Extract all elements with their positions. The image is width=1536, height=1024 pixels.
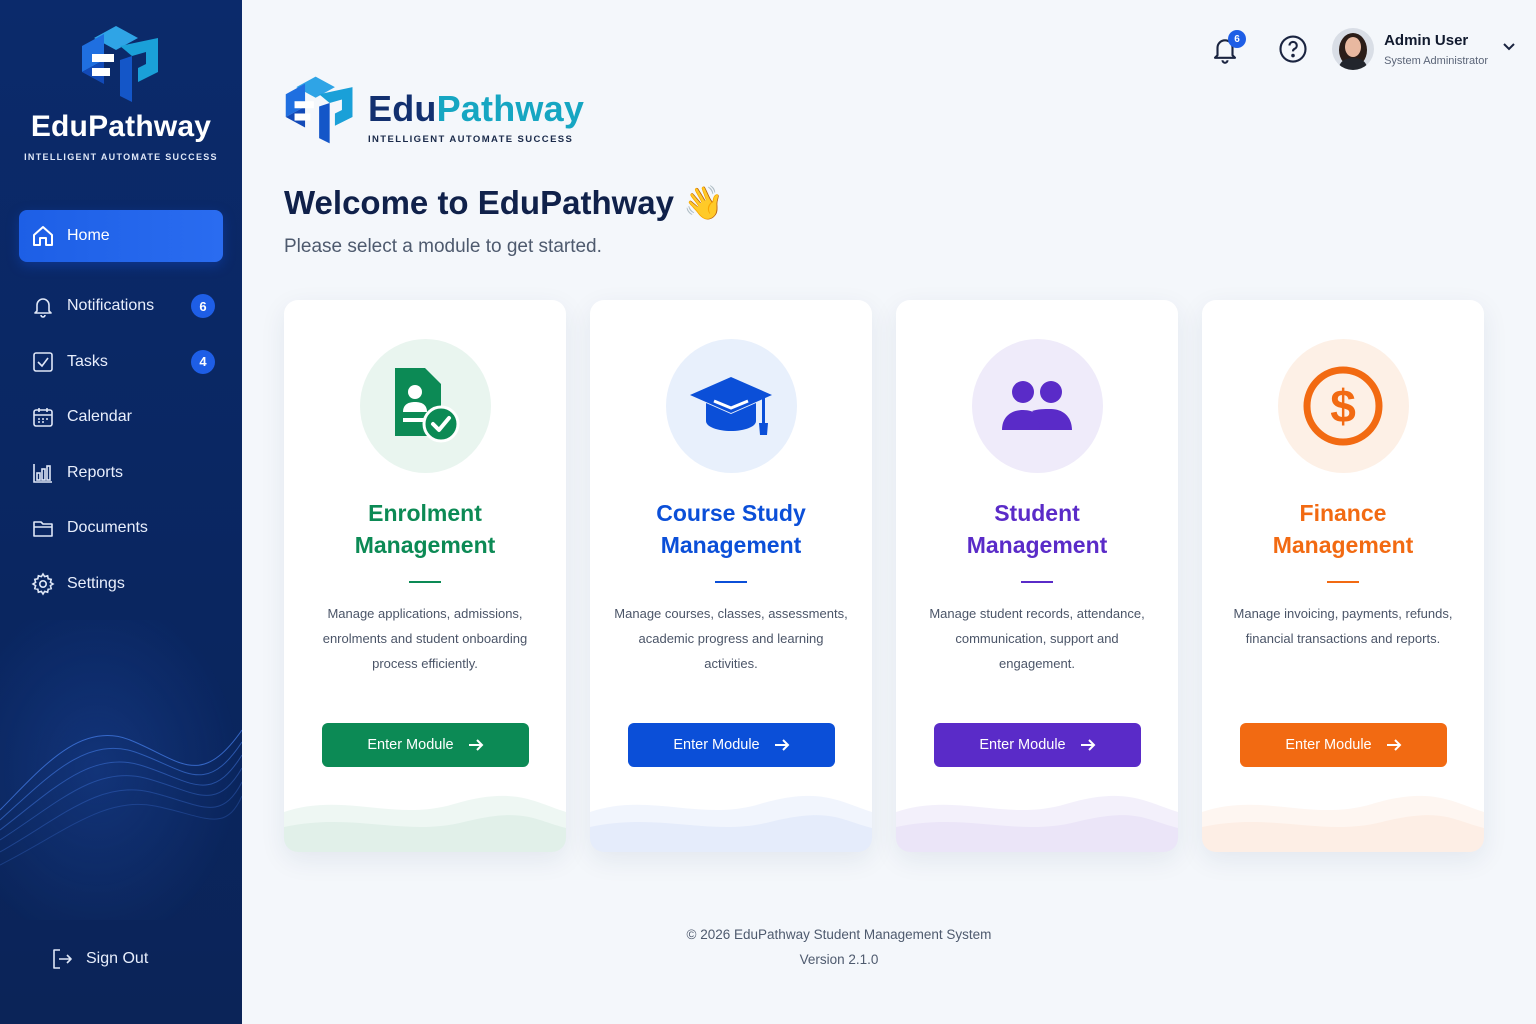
calendar-icon [31, 405, 55, 429]
card-wave-decoration [284, 795, 566, 852]
module-card-finance: $ Finance Management Manage invoicing, pa… [1202, 300, 1484, 852]
bar-chart-icon [31, 461, 55, 485]
card-wave-decoration [896, 795, 1178, 852]
tasks-count-badge: 4 [191, 349, 215, 374]
sidebar-brand-tagline: INTELLIGENT AUTOMATE SUCCESS [24, 152, 218, 162]
enter-module-button[interactable]: Enter Module [934, 723, 1141, 767]
module-icon-circle: $ [1277, 339, 1409, 473]
title-divider [1021, 581, 1053, 583]
module-description: Manage courses, classes, assessments, ac… [614, 606, 848, 671]
module-title: Student Management [966, 500, 1108, 558]
enter-module-button[interactable]: Enter Module [322, 723, 529, 767]
button-label: Enter Module [979, 737, 1066, 753]
sign-out-label: Sign Out [86, 949, 149, 967]
arrow-right-icon [1386, 738, 1402, 752]
sidebar-item-label: Notifications [67, 297, 155, 314]
module-icon-circle [971, 339, 1103, 473]
button-label: Enter Module [367, 737, 454, 753]
module-description: Manage student records, attendance, comm… [929, 606, 1145, 671]
edupathway-logo-icon [82, 26, 158, 102]
dollar-icon: $ [1303, 366, 1383, 446]
button-label: Enter Module [1285, 737, 1372, 753]
sidebar-item-documents[interactable]: Documents [19, 502, 223, 554]
sidebar-logo[interactable]: EduPathway INTELLIGENT AUTOMATE SUCCESS [0, 24, 242, 162]
sidebar-item-tasks[interactable]: Tasks 4 [19, 336, 223, 388]
sidebar: EduPathway INTELLIGENT AUTOMATE SUCCESS … [0, 0, 242, 1024]
arrow-right-icon [1080, 738, 1096, 752]
help-icon [1279, 35, 1307, 63]
module-icon-circle [665, 339, 797, 473]
sidebar-item-calendar[interactable]: Calendar [19, 391, 223, 443]
sidebar-item-home[interactable]: Home [19, 210, 223, 262]
notifications-button[interactable]: 6 [1210, 30, 1247, 64]
page-subtitle: Please select a module to get started. [284, 236, 602, 257]
sidebar-item-label: Settings [67, 574, 125, 592]
card-wave-decoration [1202, 795, 1484, 852]
main-logo: EduPathway INTELLIGENT AUTOMATE SUCCESS [284, 74, 584, 146]
notifications-count-badge: 6 [191, 294, 215, 318]
module-card-course-study: Course Study Management Manage courses, c… [590, 300, 872, 852]
checkbox-icon [31, 350, 55, 374]
sidebar-item-label: Documents [67, 519, 148, 536]
module-description: Manage invoicing, payments, refunds, fin… [1233, 606, 1453, 646]
module-title: Course Study Management [656, 500, 806, 558]
topbar: 6 Admin User System Administrator [1210, 24, 1516, 74]
document-check-icon [395, 368, 460, 443]
module-title: Enrolment Management [354, 500, 496, 558]
card-wave-decoration [590, 795, 872, 852]
gear-icon [31, 571, 55, 596]
bell-icon [31, 294, 55, 318]
sidebar-item-label: Reports [67, 463, 124, 481]
enter-module-button[interactable]: Enter Module [628, 723, 835, 767]
sidebar-item-label: Calendar [67, 408, 132, 425]
sidebar-brand-name: EduPathway [30, 110, 212, 143]
title-divider [715, 581, 747, 583]
sidebar-item-reports[interactable]: Reports [19, 447, 223, 499]
module-title: Finance Management [1272, 500, 1414, 558]
arrow-right-icon [774, 738, 790, 752]
chevron-down-icon[interactable] [1502, 40, 1516, 59]
arrow-right-icon [468, 738, 484, 752]
help-button[interactable] [1278, 34, 1308, 64]
module-card-enrolment: Enrolment Management Manage applications,… [284, 300, 566, 852]
page-title: Welcome to EduPathway 👋 [284, 184, 725, 221]
footer-copyright: © 2026 EduPathway Student Management Sys… [686, 927, 992, 942]
users-icon [1002, 381, 1072, 430]
wave-decoration [0, 620, 242, 920]
user-role: System Administrator [1384, 54, 1488, 67]
edupathway-logo-icon [285, 76, 353, 144]
avatar[interactable] [1332, 28, 1375, 70]
module-card-student: Student Management Manage student records… [896, 300, 1178, 852]
svg-text:$: $ [1330, 380, 1356, 432]
sidebar-item-settings[interactable]: Settings [19, 558, 223, 610]
sidebar-item-notifications[interactable]: Notifications 6 [19, 280, 223, 332]
home-icon [31, 224, 55, 248]
button-label: Enter Module [673, 737, 760, 753]
sidebar-item-label: Tasks [67, 352, 108, 370]
footer-version: Version 2.1.0 [799, 952, 879, 967]
module-description: Manage applications, admissions, enrolme… [322, 606, 528, 671]
sign-out-icon [50, 947, 74, 971]
sign-out-button[interactable]: Sign Out [38, 933, 242, 985]
sidebar-nav: Home Notifications 6 Tasks 4 Calendar Re… [0, 210, 242, 613]
module-icon-circle [359, 339, 491, 473]
enter-module-button[interactable]: Enter Module [1240, 723, 1447, 767]
graduation-cap-icon [690, 377, 772, 435]
user-name: Admin User [1384, 31, 1469, 49]
title-divider [409, 581, 441, 583]
main-brand-name: EduPathway [368, 88, 585, 129]
title-divider [1327, 581, 1359, 583]
folder-icon [31, 516, 55, 540]
main-brand: EduPathway INTELLIGENT AUTOMATE SUCCESS [368, 88, 584, 145]
notification-count-badge: 6 [1228, 30, 1247, 48]
main-brand-tagline: INTELLIGENT AUTOMATE SUCCESS [368, 134, 574, 145]
user-info[interactable]: Admin User System Administrator [1384, 32, 1488, 67]
sidebar-item-label: Home [67, 227, 110, 244]
